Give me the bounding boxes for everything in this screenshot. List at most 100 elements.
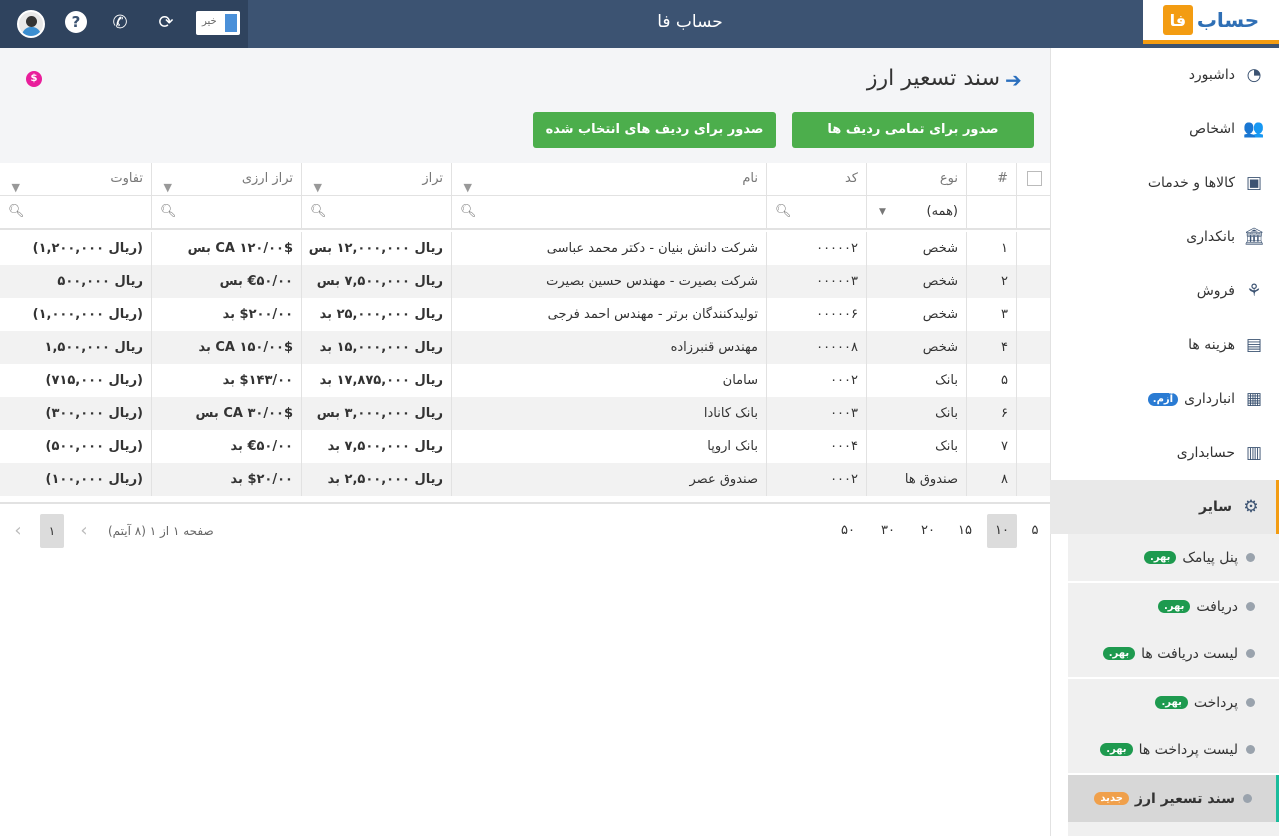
row-fx-balance: $۱۴۳/۰۰ بد [151, 364, 301, 397]
row-type: شخص [866, 331, 966, 364]
row-name: سامان [451, 364, 766, 397]
code-search-input[interactable]: 🔍︎ [766, 196, 866, 228]
filter-icon[interactable]: ▼ [460, 172, 472, 194]
row-code: ۰۰۰۴ [766, 430, 866, 463]
premium-badge: بهر. [1102, 647, 1136, 660]
sidebar-item-expenses[interactable]: ▤ هزینه ها [1050, 318, 1279, 372]
submenu-item-label: لیست پرداخت ها [1138, 741, 1238, 758]
phone-icon[interactable]: ✆ [108, 11, 132, 35]
row-fx-balance: $۲۰۰/۰۰ بد [151, 298, 301, 331]
row-difference: ریال ۵۰۰,۰۰۰ [57, 274, 143, 289]
bullet-icon [1246, 698, 1255, 707]
submenu-item-sms-panel[interactable]: پنل پیامک بهر. [1068, 534, 1279, 581]
data-grid: # نوع کد نام ▼ تراز ▼ تراز ارزی ▼ تفاوت … [0, 158, 1050, 498]
submenu-item-receive[interactable]: دریافت بهر. [1068, 583, 1279, 630]
column-header-fx-balance[interactable]: تراز ارزی ▼ [151, 163, 301, 195]
type-filter-dropdown[interactable]: (همه) ▼ [866, 196, 966, 228]
filter-icon[interactable]: ▼ [8, 172, 20, 194]
bullet-icon [1243, 794, 1252, 803]
issue-all-rows-button[interactable]: صدور برای تمامی ردیف ها [792, 112, 1034, 148]
column-header-index[interactable]: # [966, 163, 1016, 195]
current-page-button[interactable]: ۱ [40, 514, 64, 548]
row-type: صندوق ها [866, 463, 966, 496]
sidebar-item-sales[interactable]: ⚘ فروش [1050, 264, 1279, 318]
submenu-item-fx-revaluation[interactable]: سند تسعیر ارز جدید [1068, 775, 1279, 822]
row-type: شخص [866, 232, 966, 265]
row-difference: (ریال ۳۰۰,۰۰۰) [45, 406, 144, 421]
sidebar-item-label: هزینه ها [1188, 337, 1235, 353]
warehouse-icon: ▦ [1245, 389, 1263, 409]
select-all-checkbox[interactable] [1027, 171, 1042, 186]
row-code: ۰۰۰۳ [766, 397, 866, 430]
balance-search-input[interactable]: 🔍︎ [301, 196, 451, 228]
row-balance: ریال ۷,۵۰۰,۰۰۰ بد [301, 430, 451, 463]
filter-icon[interactable]: ▼ [310, 172, 322, 194]
page-size-option[interactable]: ۵ [1020, 514, 1050, 548]
sidebar-item-label: فروش [1196, 283, 1235, 299]
row-balance: ریال ۷,۵۰۰,۰۰۰ بس [301, 265, 451, 298]
row-code: ۰۰۰۲ [766, 364, 866, 397]
difference-search-input[interactable]: 🔍︎ [0, 196, 151, 228]
page-size-option[interactable]: ۵۰ [833, 514, 863, 548]
new-badge: جدید [1094, 792, 1129, 805]
next-page-icon[interactable]: ‹ [6, 514, 30, 548]
grid-header-row: # نوع کد نام ▼ تراز ▼ تراز ارزی ▼ تفاوت … [0, 163, 1050, 196]
sidebar-item-dashboard[interactable]: ◔ داشبورد [1050, 48, 1279, 102]
sidebar-item-other[interactable]: ⚙ سایر [1050, 480, 1279, 534]
sidebar-item-label: انبارداری [1184, 391, 1235, 407]
sidebar-item-accounting[interactable]: ▥ حسابداری [1050, 426, 1279, 480]
dollar-icon[interactable]: $ [26, 71, 42, 87]
logo-text: حساب [1196, 8, 1260, 32]
user-avatar[interactable] [17, 10, 45, 38]
refresh-icon[interactable]: ⟳ [154, 11, 178, 35]
submenu-item-payment-list[interactable]: لیست پرداخت ها بهر. [1068, 726, 1279, 773]
table-row[interactable]: ۲ شخص ۰۰۰۰۰۳ شرکت بصیرت - مهندس حسین بصیرت ر… [0, 265, 1050, 298]
people-icon: 👥 [1243, 119, 1265, 139]
row-balance: ریال ۱۵,۰۰۰,۰۰۰ بد [301, 331, 451, 364]
column-header-difference[interactable]: تفاوت ▼ [0, 163, 151, 195]
sidebar-item-people[interactable]: 👥 اشخاص [1050, 102, 1279, 156]
row-balance: ریال ۲,۵۰۰,۰۰۰ بد [301, 463, 451, 496]
page-size-option-selected[interactable]: ۱۰ [987, 514, 1017, 548]
name-search-input[interactable]: 🔍︎ [451, 196, 766, 228]
toggle-switch[interactable]: خیر [196, 11, 240, 35]
row-code: ۰۰۰۰۰۲ [766, 232, 866, 265]
table-row[interactable]: ۴ شخص ۰۰۰۰۰۸ مهندس قنبرزاده ریال ۱۵,۰۰۰,۰۰۰ … [0, 331, 1050, 364]
fx-balance-search-input[interactable]: 🔍︎ [151, 196, 301, 228]
row-difference: (ریال ۱۰۰,۰۰۰) [45, 472, 144, 487]
table-row[interactable]: ۷ بانک ۰۰۰۴ بانک اروپا ریال ۷,۵۰۰,۰۰۰ بد €۵۰/… [0, 430, 1050, 463]
prev-page-icon[interactable]: ‹ [72, 514, 96, 548]
logo[interactable]: فا حساب [1143, 0, 1279, 44]
table-row[interactable]: ۳ شخص ۰۰۰۰۰۶ تولیدکنندگان برتر - مهندس احمد… [0, 298, 1050, 331]
avatar-head [26, 16, 37, 27]
row-balance: ریال ۲۵,۰۰۰,۰۰۰ بد [301, 298, 451, 331]
page-size-option[interactable]: ۳۰ [873, 514, 903, 548]
row-name: بانک کانادا [451, 397, 766, 430]
column-header-type[interactable]: نوع [866, 163, 966, 195]
submenu-item-receive-list[interactable]: لیست دریافت ها بهر. [1068, 630, 1279, 677]
row-name: شرکت بصیرت - مهندس حسین بصیرت [451, 265, 766, 298]
sidebar: ◔ داشبورد 👥 اشخاص ▣ کالاها و خدمات 🏛 بان… [1050, 48, 1279, 836]
row-name: صندوق عصر [451, 463, 766, 496]
back-arrow-icon[interactable]: ➔ [1005, 68, 1027, 92]
column-header-balance[interactable]: تراز ▼ [301, 163, 451, 195]
row-index: ۳ [966, 298, 1016, 331]
column-header-code[interactable]: کد [766, 163, 866, 195]
table-row[interactable]: ۶ بانک ۰۰۰۳ بانک کانادا ریال ۳,۰۰۰,۰۰۰ بس $CA… [0, 397, 1050, 430]
sidebar-item-products[interactable]: ▣ کالاها و خدمات [1050, 156, 1279, 210]
column-header-label: تفاوت [110, 171, 143, 186]
page-size-option[interactable]: ۲۰ [913, 514, 943, 548]
sidebar-item-warehouse[interactable]: ▦ انبارداری آزم. [1050, 372, 1279, 426]
sidebar-item-banking[interactable]: 🏛 بانکداری [1050, 210, 1279, 264]
submenu-item-payment[interactable]: پرداخت بهر. [1068, 679, 1279, 726]
help-icon[interactable]: ? [65, 11, 87, 33]
wallet-icon: ▤ [1245, 335, 1263, 355]
table-row[interactable]: ۱ شخص ۰۰۰۰۰۲ شرکت دانش بنیان - دکتر محمد عب… [0, 232, 1050, 265]
issue-selected-rows-button[interactable]: صدور برای ردیف های انتخاب شده [533, 112, 776, 148]
table-row[interactable]: ۵ بانک ۰۰۰۲ سامان ریال ۱۷,۸۷۵,۰۰۰ بد $۱۴۳/۰۰ … [0, 364, 1050, 397]
page-size-option[interactable]: ۱۵ [950, 514, 980, 548]
sales-icon: ⚘ [1246, 281, 1262, 301]
filter-icon[interactable]: ▼ [160, 172, 172, 194]
column-header-name[interactable]: نام ▼ [451, 163, 766, 195]
table-row[interactable]: ۸ صندوق ها ۰۰۰۲ صندوق عصر ریال ۲,۵۰۰,۰۰۰ بد $… [0, 463, 1050, 496]
